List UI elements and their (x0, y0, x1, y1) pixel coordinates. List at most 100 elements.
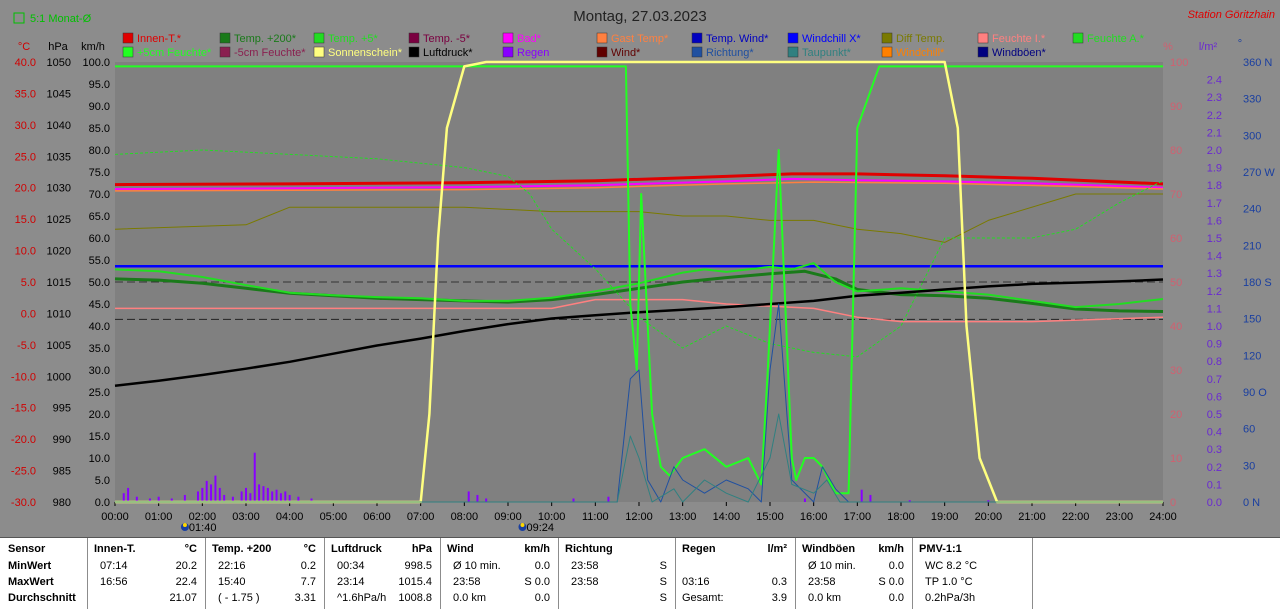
legend-swatch (313, 32, 325, 44)
kmh-axis-tick: 75.0 (89, 167, 110, 179)
lm2-axis-tick: 2.2 (1207, 110, 1222, 122)
stats-section-title: Windböen (802, 543, 856, 555)
rain-bar (201, 487, 204, 502)
x-axis-tick: 14:00 (713, 511, 741, 523)
station-name: Station Göritzhain (1188, 9, 1275, 21)
lm2-axis-tick: 2.1 (1207, 127, 1222, 139)
temp-axis-tick: 40.0 (15, 57, 36, 69)
temp-axis-tick: 30.0 (15, 120, 36, 132)
stats-time: 0.2hPa/3h (925, 592, 976, 604)
lm2-axis-tick: 1.5 (1207, 233, 1222, 245)
stats-value: 20.2 (175, 560, 197, 572)
stats-section-title: Richtung (565, 543, 613, 555)
temp-axis-tick: -15.0 (11, 403, 36, 415)
toggle-checkbox[interactable] (13, 12, 25, 24)
rain-bar (240, 491, 243, 502)
stats-section-unit: km/h (524, 543, 550, 555)
x-axis-tick: 00:00 (101, 511, 129, 523)
stats-time: Gesamt: (682, 592, 724, 604)
rain-bar (245, 487, 247, 502)
kmh-axis-tick: 55.0 (89, 255, 110, 267)
stats-value: 21.07 (169, 592, 197, 604)
x-axis-tick: 19:00 (931, 511, 959, 523)
lm2-axis-tick: 1.4 (1207, 251, 1222, 263)
stats-value: 0.0 (888, 560, 904, 572)
legend-swatch (502, 46, 514, 58)
lm2-axis-tick: 1.3 (1207, 268, 1222, 280)
rain-bar (258, 484, 261, 502)
legend-item-label: Windböen* (992, 47, 1047, 59)
stats-value: S 0.0 (524, 576, 550, 588)
stats-section: PMV-1:1 WC 8.2 °C TP 1.0 °C 0.2hPa/3h (913, 538, 1033, 609)
stats-section-unit: hPa (411, 543, 432, 555)
stats-value: S 0.0 (878, 576, 904, 588)
x-axis-tick: 22:00 (1062, 511, 1090, 523)
stats-time: 23:58 (808, 576, 836, 588)
stats-time: WC 8.2 °C (925, 560, 978, 572)
legend-item-label: Diff Temp. (896, 33, 945, 45)
deg-axis-tick: 150 (1243, 314, 1261, 326)
sun-event-icon (182, 523, 187, 527)
x-axis-tick: 20:00 (975, 511, 1003, 523)
kmh-axis-tick: 70.0 (89, 189, 110, 201)
temp-axis-tick: 15.0 (15, 214, 36, 226)
rain-bar (214, 475, 217, 502)
x-axis-tick: 16:00 (800, 511, 828, 523)
x-axis-tick: 12:00 (625, 511, 653, 523)
hpa-axis-tick: 1040 (47, 120, 71, 132)
deg-axis-tick: 210 (1243, 240, 1261, 252)
stats-section: Luftdruck hPa 00:34 998.5 23:14 1015.4 ^1.6hPa… (325, 538, 441, 609)
legend-swatch (787, 46, 799, 58)
legend-swatch (881, 46, 893, 58)
legend-swatch (219, 32, 231, 44)
rain-bar (127, 487, 130, 502)
kmh-axis-tick: 25.0 (89, 387, 110, 399)
stats-time: 22:16 (218, 560, 246, 572)
legend-swatch (502, 32, 514, 44)
x-axis-tick: 01:00 (145, 511, 173, 523)
stats-section: Innen-T. °C 07:14 20.2 16:56 22.4 21.07 (88, 538, 206, 609)
stats-time: 16:56 (100, 576, 128, 588)
hpa-axis-tick: 980 (53, 497, 71, 509)
weather-chart: Montag, 27.03.2023 Station Göritzhain 5:1 … (11, 8, 1275, 534)
rain-bar (485, 498, 488, 502)
stats-value: 7.7 (300, 576, 316, 588)
kmh-axis-tick: 45.0 (89, 299, 110, 311)
stats-row-label: MaxWert (8, 576, 54, 588)
temp-axis-tick: 35.0 (15, 88, 36, 100)
kmh-axis-tick: 95.0 (89, 79, 110, 91)
stats-value: S (659, 560, 667, 572)
lm2-axis-tick: 0.2 (1207, 462, 1222, 474)
rain-bar (271, 491, 274, 502)
legend-item-label: Luftdruck* (423, 47, 473, 59)
rain-bar (284, 491, 287, 502)
stats-section-title: Luftdruck (331, 543, 382, 555)
pct-axis-tick: 50 (1170, 277, 1182, 289)
rain-bar (122, 493, 125, 502)
deg-axis-tick: 180 S (1243, 277, 1272, 289)
stats-section: Temp. +200 °C 22:16 0.2 15:40 7.7 ( - 1.75 ) 3.… (206, 538, 325, 609)
legend-item-label: Feuchte A.* (1087, 33, 1145, 45)
hpa-axis-tick: 1000 (47, 371, 71, 383)
temp-axis-tick: -25.0 (11, 466, 36, 478)
stats-section: Richtung 23:58 S 23:58 S S (559, 538, 676, 609)
legend-swatch (408, 46, 420, 58)
x-axis-tick: 05:00 (320, 511, 348, 523)
sun-event-label: 01:40 (189, 522, 217, 534)
deg-axis-tick: 300 (1243, 130, 1261, 142)
rain-bar (218, 487, 221, 502)
unit-lm2: l/m² (1199, 41, 1218, 53)
kmh-axis-tick: 65.0 (89, 211, 110, 223)
lm2-axis-tick: 0.9 (1207, 339, 1222, 351)
rain-bar (205, 480, 208, 502)
unit-hpa: hPa (48, 41, 68, 53)
legend-swatch (408, 32, 420, 44)
stats-value: S (659, 592, 667, 604)
lm2-axis-tick: 1.0 (1207, 321, 1222, 333)
legend-item-label: Regen (517, 47, 549, 59)
legend-item-label: Temp. +5* (328, 33, 379, 45)
kmh-axis-tick: 30.0 (89, 365, 110, 377)
x-axis-tick: 17:00 (844, 511, 872, 523)
x-axis-tick: 24:00 (1149, 511, 1177, 523)
toggle-label: 5:1 Monat-Ø (30, 13, 92, 25)
